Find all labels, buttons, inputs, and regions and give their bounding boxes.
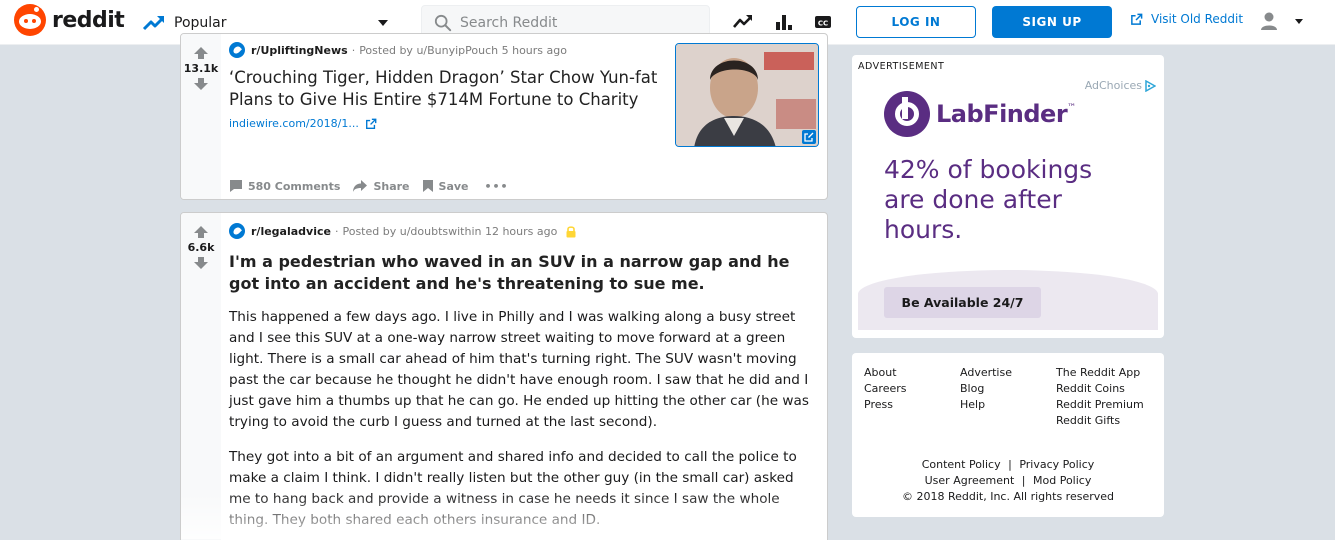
footer-link-careers[interactable]: Careers xyxy=(864,381,907,397)
trending-icon[interactable] xyxy=(732,11,754,33)
copyright-text: © 2018 Reddit, Inc. All rights reserved xyxy=(901,490,1115,503)
footer-column: The Reddit App Reddit Coins Reddit Premi… xyxy=(1056,365,1144,429)
user-dropdown[interactable] xyxy=(1258,10,1308,32)
advertisement-card[interactable]: ADVERTISEMENT AdChoices LabFinder ™ 42% … xyxy=(852,55,1164,338)
labfinder-wordmark: LabFinder xyxy=(936,100,1068,128)
footer-column: About Careers Press xyxy=(864,365,907,413)
user-avatar-icon xyxy=(1261,12,1277,30)
footer-link-advertise[interactable]: Advertise xyxy=(960,365,1012,381)
adchoices-label: AdChoices xyxy=(1084,79,1142,92)
footer-separator: | xyxy=(1021,474,1026,487)
comments-button[interactable]: 580 Comments xyxy=(229,179,340,193)
subreddit-link[interactable]: r/legaladvice xyxy=(251,225,331,238)
leaderboard-icon[interactable] xyxy=(773,11,795,33)
signup-button[interactable]: SIGN UP xyxy=(992,6,1112,38)
search-input[interactable] xyxy=(460,15,680,31)
post-author-time: Posted by u/BunyipPouch 5 hours ago xyxy=(359,43,567,57)
footer-column: Advertise Blog Help xyxy=(960,365,1012,413)
subreddit-icon xyxy=(229,223,245,239)
more-options-button[interactable]: ••• xyxy=(481,180,509,193)
post-thumbnail[interactable] xyxy=(675,43,819,147)
upvote-arrow-icon[interactable] xyxy=(193,225,209,239)
save-label: Save xyxy=(438,179,469,193)
post-meta: r/legaladvice · Posted by u/doubtswithin… xyxy=(229,223,819,239)
external-link-icon xyxy=(1131,13,1143,25)
footer-link-about[interactable]: About xyxy=(864,365,907,381)
svg-text:CC: CC xyxy=(818,20,828,28)
reddit-home-link[interactable]: reddit xyxy=(14,4,125,36)
thumbnail-image xyxy=(676,44,818,146)
adchoices-icon xyxy=(1145,79,1156,92)
labfinder-mark-icon xyxy=(884,91,930,137)
post-paragraph: This happened a few days ago. I live in … xyxy=(229,309,809,430)
labfinder-logo: LabFinder ™ xyxy=(884,91,1076,137)
subreddit-link[interactable]: r/UpliftingNews xyxy=(251,44,348,57)
vote-count: 13.1k xyxy=(183,62,219,75)
bookmark-icon xyxy=(422,180,433,192)
external-link-icon xyxy=(365,118,377,129)
search-icon xyxy=(434,14,452,32)
feed-selector-label: Popular xyxy=(174,15,227,31)
chevron-down-icon xyxy=(1295,19,1303,24)
vote-count: 6.6k xyxy=(187,241,215,254)
vote-column: 13.1k xyxy=(181,34,221,199)
trending-arrow-icon xyxy=(142,16,165,31)
ad-headline: 42% of bookings are done after hours. xyxy=(884,155,1093,244)
adchoices-link[interactable]: AdChoices xyxy=(1085,79,1156,92)
footer-link-mod-policy[interactable]: Mod Policy xyxy=(1033,474,1091,487)
post-card[interactable]: 13.1k r/UpliftingNews · Posted by u/Buny… xyxy=(180,33,828,200)
post-title[interactable]: I'm a pedestrian who waved in an SUV in … xyxy=(229,251,809,295)
subreddit-icon xyxy=(229,42,245,58)
reddit-wordmark: reddit xyxy=(52,7,125,33)
footer-link-reddit-gifts[interactable]: Reddit Gifts xyxy=(1056,413,1144,429)
downvote-arrow-icon[interactable] xyxy=(193,256,209,270)
footer-legal: Content Policy | Privacy Policy User Agr… xyxy=(852,457,1164,505)
chevron-down-icon xyxy=(378,20,388,26)
external-link-icon xyxy=(802,130,816,144)
visit-old-reddit-link[interactable]: Visit Old Reddit xyxy=(1130,12,1243,26)
text-fade-overlay xyxy=(181,493,827,539)
comment-icon xyxy=(230,180,242,192)
footer-link-reddit-coins[interactable]: Reddit Coins xyxy=(1056,381,1144,397)
vote-column: 6.6k xyxy=(181,213,221,540)
closed-captions-icon[interactable]: CC xyxy=(812,11,834,33)
footer-separator: | xyxy=(1008,458,1012,471)
login-button[interactable]: LOG IN xyxy=(856,6,976,38)
trademark-symbol: ™ xyxy=(1067,103,1077,113)
advertisement-label: ADVERTISEMENT xyxy=(858,61,945,72)
downvote-arrow-icon[interactable] xyxy=(193,77,209,91)
post-title[interactable]: ‘Crouching Tiger, Hidden Dragon’ Star Ch… xyxy=(229,67,669,111)
post-author-time: Posted by u/doubtswithin 12 hours ago xyxy=(342,224,558,238)
footer-link-reddit-app[interactable]: The Reddit App xyxy=(1056,365,1144,381)
save-button[interactable]: Save xyxy=(422,179,469,193)
footer-link-reddit-premium[interactable]: Reddit Premium xyxy=(1056,397,1144,413)
snoo-logo-icon xyxy=(14,4,46,36)
more-options-icon: ••• xyxy=(484,179,509,193)
comments-count: 580 Comments xyxy=(248,179,341,193)
footer-link-user-agreement[interactable]: User Agreement xyxy=(925,474,1015,487)
share-label: Share xyxy=(373,179,410,193)
post-link-domain: indiewire.com/2018/1... xyxy=(229,117,359,130)
upvote-arrow-icon[interactable] xyxy=(193,46,209,60)
footer-link-help[interactable]: Help xyxy=(960,397,1012,413)
visit-old-reddit-label: Visit Old Reddit xyxy=(1151,12,1244,26)
footer-link-blog[interactable]: Blog xyxy=(960,381,1012,397)
footer-link-press[interactable]: Press xyxy=(864,397,907,413)
lock-icon xyxy=(566,225,576,237)
share-button[interactable]: Share xyxy=(352,179,410,193)
share-icon xyxy=(353,180,368,192)
post-card[interactable]: 6.6k r/legaladvice · Posted by u/doubtsw… xyxy=(180,212,828,540)
ad-cta-button[interactable]: Be Available 24/7 xyxy=(884,287,1041,318)
post-actions: 580 Comments Share Save ••• xyxy=(229,179,521,193)
sidebar-footer: About Careers Press Advertise Blog Help … xyxy=(852,353,1164,517)
footer-link-content-policy[interactable]: Content Policy xyxy=(922,458,1001,471)
footer-link-privacy-policy[interactable]: Privacy Policy xyxy=(1019,458,1094,471)
